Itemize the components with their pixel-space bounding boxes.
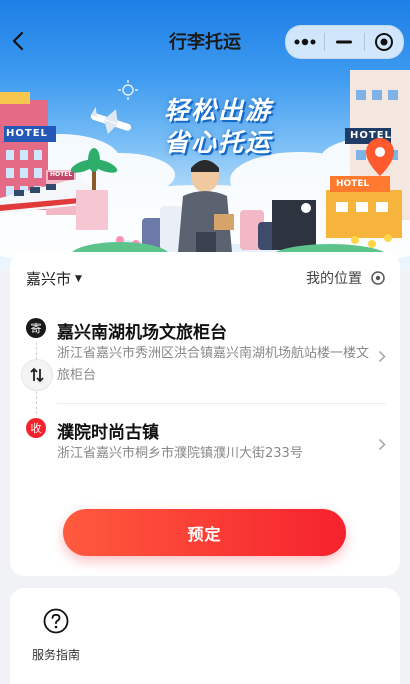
back-button[interactable] bbox=[6, 27, 30, 55]
minus-icon bbox=[336, 40, 353, 44]
destination-name[interactable]: 濮院时尚古镇 bbox=[57, 418, 159, 443]
hotel-sign-small: HOTEL bbox=[50, 171, 73, 178]
location-card: 嘉兴市 ▼ 我的位置 寄 嘉兴南湖机场文旅柜台 浙江省嘉兴市秀洲区洪合镇嘉兴南湖… bbox=[10, 252, 400, 576]
swap-locations-button[interactable] bbox=[21, 359, 53, 391]
hotel-sign-mid: HOTEL bbox=[336, 179, 370, 189]
book-button[interactable]: 预定 bbox=[63, 509, 346, 556]
origin-address[interactable]: 浙江省嘉兴市秀洲区洪合镇嘉兴南湖机场航站楼一楼文旅柜台 bbox=[57, 343, 369, 387]
locate-icon bbox=[371, 271, 385, 285]
my-location-label: 我的位置 bbox=[306, 271, 362, 287]
chevron-right-icon[interactable] bbox=[378, 438, 386, 451]
city-name: 嘉兴市 bbox=[26, 270, 72, 288]
receive-badge: 收 bbox=[26, 418, 46, 438]
hotel-sign-left: HOTEL bbox=[6, 128, 48, 139]
destination-address[interactable]: 浙江省嘉兴市桐乡市濮院镇濮川大街233号 bbox=[57, 443, 369, 465]
caret-down-icon: ▼ bbox=[75, 273, 82, 284]
minimize-button[interactable] bbox=[325, 26, 363, 58]
close-button[interactable] bbox=[365, 26, 403, 58]
service-guide-item[interactable]: 服务指南 bbox=[26, 608, 86, 663]
slogan-line-2: 省心托运 bbox=[163, 128, 272, 157]
banner-slogan: 轻松出游 省心托运 bbox=[128, 95, 308, 159]
swap-icon bbox=[30, 367, 44, 383]
hero-banner: 轻松出游 省心托运 HOTEL HOTEL HOTEL HOTEL 行李托运 bbox=[0, 0, 410, 270]
question-circle-icon bbox=[43, 608, 69, 634]
mini-program-capsule bbox=[285, 25, 404, 59]
origin-name[interactable]: 嘉兴南湖机场文旅柜台 bbox=[57, 318, 227, 343]
my-location-button[interactable]: 我的位置 bbox=[306, 268, 386, 288]
more-dots-icon bbox=[294, 38, 316, 46]
hotel-sign-right: HOTEL bbox=[350, 130, 392, 141]
chevron-right-icon[interactable] bbox=[378, 350, 386, 363]
services-card: 服务指南 bbox=[10, 588, 400, 684]
city-selector[interactable]: 嘉兴市 ▼ bbox=[26, 268, 82, 289]
target-circle-icon bbox=[374, 33, 393, 51]
more-button[interactable] bbox=[286, 26, 324, 58]
slogan-line-1: 轻松出游 bbox=[163, 96, 272, 125]
chevron-left-icon bbox=[12, 31, 24, 51]
send-badge: 寄 bbox=[26, 318, 46, 338]
divider bbox=[57, 403, 386, 404]
service-guide-label: 服务指南 bbox=[31, 648, 80, 662]
